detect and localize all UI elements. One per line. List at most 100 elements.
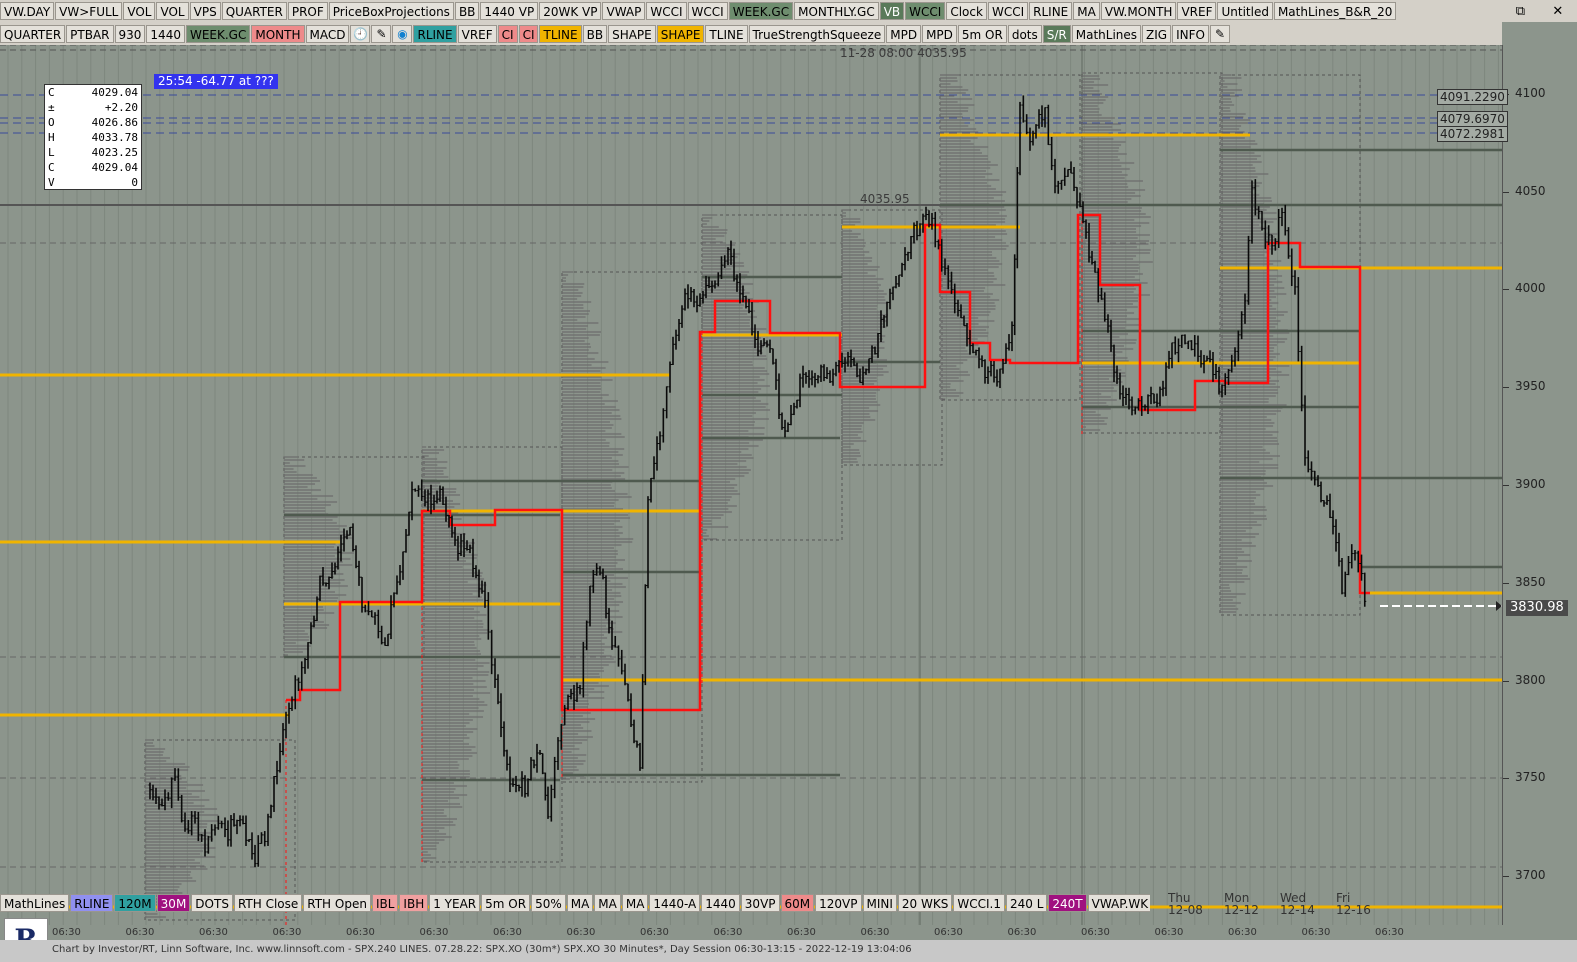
- toolbar-button[interactable]: VWAP: [602, 2, 645, 20]
- study-button[interactable]: RLINE: [70, 894, 113, 912]
- palette-icon[interactable]: ◉: [392, 25, 412, 43]
- toolbar-button[interactable]: Clock: [946, 2, 987, 20]
- study-button[interactable]: RTH Close: [234, 894, 302, 912]
- price-tick: [1503, 681, 1509, 682]
- study-button[interactable]: MA: [622, 894, 649, 912]
- study-button[interactable]: 1440-A: [649, 894, 700, 912]
- study-button[interactable]: 240T: [1048, 894, 1086, 912]
- edit-icon[interactable]: ✎: [1210, 25, 1230, 43]
- toolbar-button[interactable]: VW>FULL: [55, 2, 122, 20]
- indicator-button[interactable]: 930: [115, 25, 146, 43]
- toolbar-button[interactable]: QUARTER: [222, 2, 287, 20]
- toolbar-button[interactable]: WCCI: [988, 2, 1028, 20]
- study-button[interactable]: IBH: [399, 894, 428, 912]
- study-button[interactable]: 20 WKS: [898, 894, 952, 912]
- time-axis[interactable]: 06:30 06:30 06:30 06:30 06:30 06:30 06:30 06:30…: [0, 925, 1502, 940]
- study-button[interactable]: 240 L: [1006, 894, 1047, 912]
- study-button[interactable]: 120M: [114, 894, 155, 912]
- study-button[interactable]: 5m OR: [481, 894, 530, 912]
- indicator-button[interactable]: PTBAR: [66, 25, 113, 43]
- toolbar-button[interactable]: BB: [455, 2, 479, 20]
- clock-icon[interactable]: 🕘: [350, 25, 370, 43]
- indicator-button[interactable]: S/R: [1043, 25, 1071, 43]
- study-button[interactable]: MathLines: [0, 894, 69, 912]
- toolbar-button[interactable]: 20WK VP: [539, 2, 601, 20]
- indicator-button[interactable]: SHAPE: [608, 25, 656, 43]
- indicator-button[interactable]: QUARTER: [0, 25, 65, 43]
- toolbar-button[interactable]: MA: [1073, 2, 1100, 20]
- pencil-icon[interactable]: ✎: [371, 25, 391, 43]
- study-button[interactable]: WCCI.1: [953, 894, 1005, 912]
- study-button[interactable]: IBL: [372, 894, 398, 912]
- study-button[interactable]: DOTS: [191, 894, 233, 912]
- ohlc-key: V: [48, 175, 55, 190]
- toolbar-button[interactable]: WCCI: [646, 2, 686, 20]
- study-button[interactable]: MA: [567, 894, 594, 912]
- indicator-button[interactable]: VREF: [458, 25, 497, 43]
- indicator-button[interactable]: MPD: [886, 25, 921, 43]
- ohlc-row: O 4026.86: [45, 115, 141, 130]
- toolbar-button[interactable]: WCCI: [905, 2, 945, 20]
- indicator-button[interactable]: TLINE: [705, 25, 747, 43]
- indicator-button[interactable]: MONTH: [251, 25, 304, 43]
- window-controls: ⧉ ✕: [1502, 0, 1577, 22]
- time-label: 06:30: [346, 927, 375, 938]
- toolbar-button[interactable]: VOL: [156, 2, 188, 20]
- study-button[interactable]: 30VP: [741, 894, 780, 912]
- indicator-button[interactable]: dots: [1008, 25, 1042, 43]
- price-chart[interactable]: [0, 45, 1502, 925]
- indicator-button[interactable]: BB: [583, 25, 607, 43]
- indicator-button[interactable]: TLINE: [539, 25, 581, 43]
- time-label: 06:30: [273, 927, 302, 938]
- indicator-button[interactable]: 1440: [146, 25, 185, 43]
- study-button[interactable]: 50%: [531, 894, 566, 912]
- ohlc-row: C 4029.04: [45, 160, 141, 175]
- study-button[interactable]: MINI: [863, 894, 897, 912]
- indicator-button[interactable]: RLINE: [413, 25, 456, 43]
- indicator-button[interactable]: SHAPE: [657, 25, 705, 43]
- indicator-button[interactable]: ZIG: [1142, 25, 1171, 43]
- time-label: 06:30: [934, 927, 963, 938]
- indicator-button[interactable]: MACD: [306, 25, 350, 43]
- indicator-button[interactable]: TrueStrengthSqueeze: [749, 25, 886, 43]
- indicator-button[interactable]: CI: [519, 25, 539, 43]
- ohlc-value: 4029.04: [92, 85, 138, 100]
- toolbar-button[interactable]: VREF: [1177, 2, 1216, 20]
- price-axis[interactable]: 4100 4050 4000 3950 3900 3850 3800 3750 3700: [1502, 45, 1577, 925]
- toolbar-button[interactable]: PriceBoxProjections: [329, 2, 454, 20]
- main-toolbar: VW.DAY VW>FULL VOL VOL VPS QUARTER PROF PriceBo…: [0, 0, 1577, 22]
- toolbar-button[interactable]: PROF: [288, 2, 328, 20]
- study-button[interactable]: MA: [594, 894, 621, 912]
- toolbar-button[interactable]: 1440 VP: [480, 2, 538, 20]
- price-tag: 4072.2981: [1437, 126, 1508, 142]
- study-button[interactable]: 1 YEAR: [429, 894, 480, 912]
- study-button[interactable]: RTH Open: [303, 894, 371, 912]
- toolbar-button[interactable]: VW.MONTH: [1101, 2, 1177, 20]
- toolbar-button[interactable]: Untitled: [1217, 2, 1272, 20]
- study-button[interactable]: 60M: [781, 894, 815, 912]
- toolbar-button[interactable]: VOL: [123, 2, 155, 20]
- indicator-button[interactable]: CI: [498, 25, 518, 43]
- toolbar-button[interactable]: VPS: [190, 2, 221, 20]
- indicator-button[interactable]: MathLines: [1072, 25, 1141, 43]
- study-button[interactable]: 1440: [701, 894, 740, 912]
- price-tick: [1503, 876, 1509, 877]
- toolbar-button[interactable]: WCCI: [688, 2, 728, 20]
- toolbar-button[interactable]: VB: [880, 2, 904, 20]
- close-icon[interactable]: ✕: [1552, 4, 1563, 19]
- indicator-button[interactable]: MPD: [922, 25, 957, 43]
- toolbar-button[interactable]: RLINE: [1029, 2, 1072, 20]
- toolbar-button[interactable]: MONTHLY.GC: [794, 2, 879, 20]
- indicator-button[interactable]: 5m OR: [958, 25, 1007, 43]
- study-button[interactable]: 30M: [157, 894, 191, 912]
- restore-icon[interactable]: ⧉: [1516, 4, 1525, 19]
- indicator-button[interactable]: INFO: [1172, 25, 1209, 43]
- toolbar-button[interactable]: MathLines_B&R_20: [1274, 2, 1396, 20]
- toolbar-button[interactable]: WEEK.GC: [729, 2, 793, 20]
- toolbar-button[interactable]: VW.DAY: [0, 2, 54, 20]
- indicator-button[interactable]: WEEK.GC: [186, 25, 250, 43]
- study-button[interactable]: VWAP.WK: [1088, 894, 1150, 912]
- price-tick: [1503, 485, 1509, 486]
- day-date: 12-08: [1168, 904, 1203, 916]
- study-button[interactable]: 120VP: [815, 894, 861, 912]
